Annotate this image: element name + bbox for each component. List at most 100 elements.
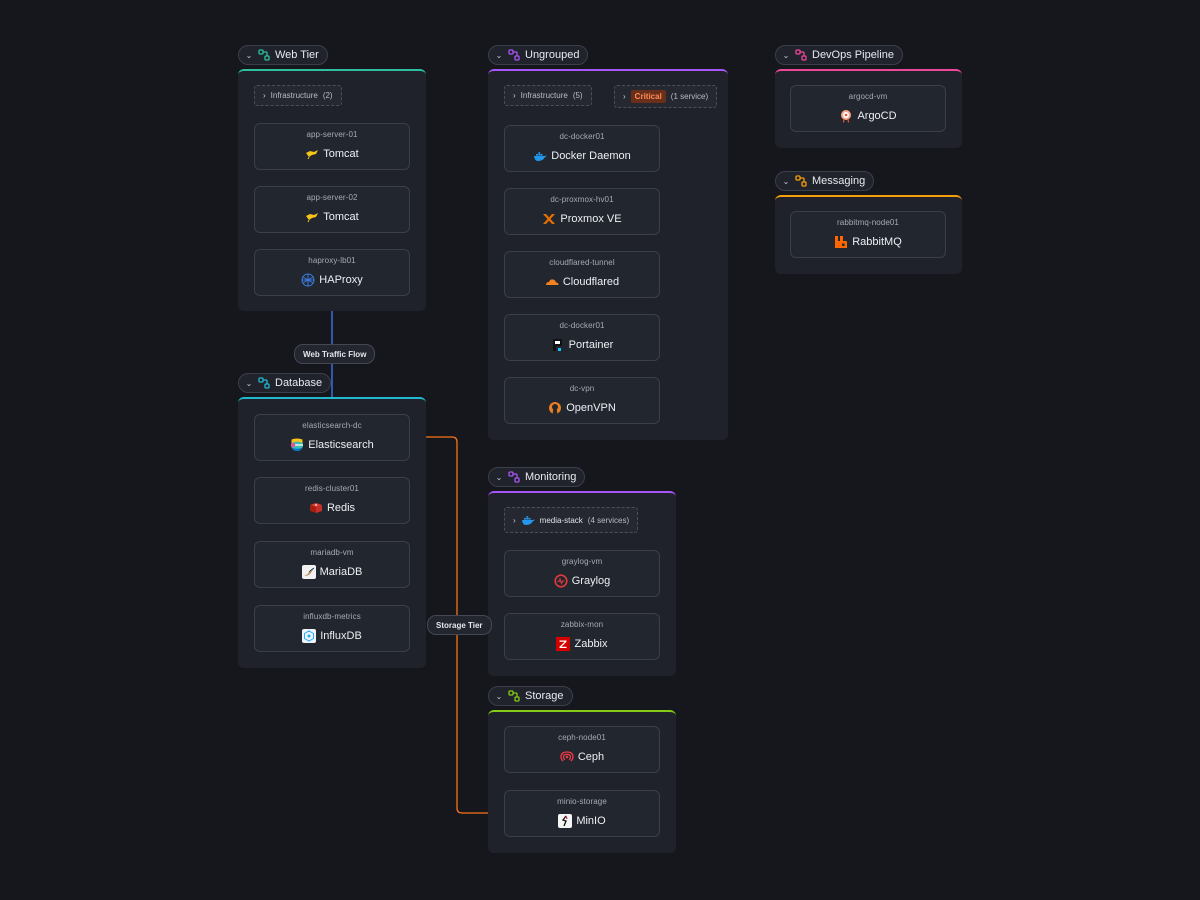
group-header-devops-pipeline[interactable]: ⌄ DevOps Pipeline — [775, 45, 903, 65]
node-service: Docker Daemon — [551, 150, 631, 162]
node-host: redis-cluster01 — [305, 484, 359, 493]
node-host: dc-docker01 — [559, 132, 605, 141]
group-title: Monitoring — [525, 471, 577, 483]
group-title: Storage — [525, 690, 564, 702]
portainer-icon — [551, 338, 565, 352]
group-icon — [258, 377, 270, 389]
node-host: minio-storage — [557, 797, 607, 806]
chevron-down-icon: ⌄ — [495, 472, 503, 482]
node-minio-storage[interactable]: minio-storage MinIO — [504, 790, 660, 837]
zabbix-icon — [556, 637, 571, 651]
group-title: Web Tier — [275, 49, 319, 61]
node-service: HAProxy — [319, 274, 363, 286]
group-header-database[interactable]: ⌄ Database — [238, 373, 332, 393]
chevron-down-icon: ⌄ — [782, 50, 790, 60]
chevron-down-icon: ⌄ — [245, 378, 253, 388]
node-host: argocd-vm — [848, 92, 888, 101]
chevron-down-icon: ⌄ — [495, 50, 503, 60]
chevron-down-icon: ⌄ — [495, 691, 503, 701]
node-app-server-02[interactable]: app-server-02 Tomcat — [254, 186, 410, 233]
collapsed-infrastructure-web[interactable]: › Infrastructure (2) — [254, 85, 342, 106]
group-header-web-tier[interactable]: ⌄ Web Tier — [238, 45, 328, 65]
collapsed-critical[interactable]: › Critical (1 service) — [614, 85, 718, 108]
node-dc-proxmox-hv01[interactable]: dc-proxmox-hv01 Proxmox VE — [504, 188, 660, 235]
node-service: MariaDB — [319, 566, 363, 578]
node-argocd-vm[interactable]: argocd-vm ArgoCD — [790, 85, 946, 132]
node-service: MinIO — [576, 815, 606, 827]
node-service: Tomcat — [323, 148, 359, 160]
cloudflare-icon — [545, 275, 559, 289]
node-host: dc-proxmox-hv01 — [550, 195, 614, 204]
collapsed-media-stack[interactable]: › media-stack (4 services) — [504, 507, 639, 533]
collapsed-count: (5) — [572, 91, 583, 100]
chevron-down-icon: ⌄ — [782, 176, 790, 186]
collapsed-label: media-stack — [539, 515, 583, 525]
node-host: dc-docker01 — [559, 321, 605, 330]
proxmox-icon — [542, 212, 556, 226]
node-dc-docker01[interactable]: dc-docker01 Docker Daemon — [504, 125, 660, 172]
node-host: mariadb-vm — [310, 548, 354, 557]
elasticsearch-icon — [290, 438, 304, 452]
redis-icon — [309, 501, 323, 515]
graylog-icon — [554, 574, 568, 588]
node-cloudflared-tunnel[interactable]: cloudflared-tunnel Cloudflared — [504, 251, 660, 298]
node-service: Cloudflared — [562, 276, 620, 288]
docker-icon — [521, 513, 535, 527]
node-rabbitmq-node01[interactable]: rabbitmq-node01 RabbitMQ — [790, 211, 946, 258]
group-header-monitoring[interactable]: ⌄ Monitoring — [488, 467, 586, 487]
group-icon — [508, 471, 520, 483]
haproxy-icon — [301, 273, 315, 287]
node-service: OpenVPN — [566, 402, 616, 414]
collapsed-count: (4 services) — [587, 515, 630, 525]
node-service: Ceph — [577, 751, 605, 763]
node-haproxy-lb01[interactable]: haproxy-lb01 HAProxy — [254, 249, 410, 296]
node-service: Zabbix — [574, 638, 608, 650]
node-host: elasticsearch-dc — [302, 421, 362, 430]
node-zabbix-mon[interactable]: zabbix-mon Zabbix — [504, 613, 660, 660]
node-mariadb-vm[interactable]: mariadb-vm MariaDB — [254, 541, 410, 588]
collapsed-count: (2) — [322, 91, 333, 100]
node-service: ArgoCD — [857, 110, 897, 122]
group-icon — [508, 49, 520, 61]
group-header-ungrouped[interactable]: ⌄ Ungrouped — [488, 45, 589, 65]
node-elasticsearch-dc[interactable]: elasticsearch-dc Elasticsearch — [254, 414, 410, 461]
group-header-messaging[interactable]: ⌄ Messaging — [775, 171, 875, 191]
argocd-icon — [839, 109, 853, 123]
node-host: cloudflared-tunnel — [549, 258, 615, 267]
edge-label-text: Storage Tier — [436, 620, 483, 630]
docker-icon — [533, 149, 547, 163]
group-icon — [795, 175, 807, 187]
openvpn-icon — [548, 401, 562, 415]
chevron-right-icon: › — [623, 92, 626, 101]
node-influxdb-metrics[interactable]: influxdb-metrics InfluxDB — [254, 605, 410, 652]
node-service: Portainer — [568, 339, 614, 351]
node-graylog-vm[interactable]: graylog-vm Graylog — [504, 550, 660, 597]
rabbitmq-icon — [834, 235, 848, 249]
chevron-right-icon: › — [263, 91, 266, 100]
tomcat-icon — [305, 210, 319, 224]
node-host: dc-vpn — [569, 384, 595, 393]
chevron-right-icon: › — [513, 91, 516, 100]
node-service: RabbitMQ — [852, 236, 902, 248]
chevron-right-icon: › — [513, 515, 516, 525]
group-icon — [258, 49, 270, 61]
ceph-icon — [560, 750, 574, 764]
mariadb-icon — [301, 565, 316, 579]
group-header-storage[interactable]: ⌄ Storage — [488, 686, 573, 706]
group-title: DevOps Pipeline — [812, 49, 894, 61]
node-redis-cluster01[interactable]: redis-cluster01 Redis — [254, 477, 410, 524]
edge-label-storage-tier[interactable]: Storage Tier — [427, 615, 492, 635]
node-service: InfluxDB — [320, 630, 362, 642]
node-dc-vpn[interactable]: dc-vpn OpenVPN — [504, 377, 660, 424]
node-app-server-01[interactable]: app-server-01 Tomcat — [254, 123, 410, 170]
node-service: Redis — [326, 502, 356, 514]
node-dc-docker01-portainer[interactable]: dc-docker01 Portainer — [504, 314, 660, 361]
collapsed-label: Infrastructure — [520, 91, 568, 100]
node-host: ceph-node01 — [558, 733, 606, 742]
edge-label-web-traffic-flow[interactable]: Web Traffic Flow — [294, 344, 376, 364]
node-ceph-node01[interactable]: ceph-node01 Ceph — [504, 726, 660, 773]
edge-label-text: Web Traffic Flow — [303, 349, 367, 359]
node-service: Proxmox VE — [560, 213, 622, 225]
influxdb-icon — [302, 629, 317, 643]
collapsed-infrastructure-ungrouped[interactable]: › Infrastructure (5) — [504, 85, 592, 106]
